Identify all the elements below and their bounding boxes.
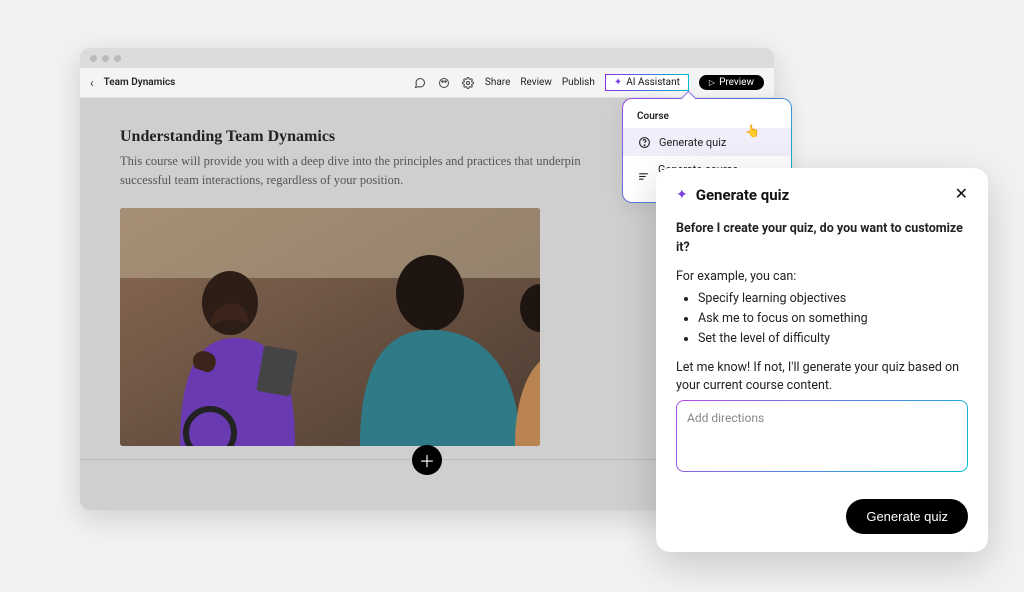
page-subtitle[interactable]: This course will provide you with a deep… <box>120 152 600 190</box>
panel-footer: Generate quiz <box>676 499 968 534</box>
directions-placeholder: Add directions <box>687 411 764 425</box>
course-name: Team Dynamics <box>104 77 176 88</box>
traffic-light-minimize[interactable] <box>102 55 109 62</box>
close-icon: ✕ <box>955 186 968 203</box>
plus-icon: ＋ <box>419 448 435 472</box>
settings-icon[interactable] <box>461 76 475 90</box>
publish-link[interactable]: Publish <box>562 77 595 88</box>
preview-button[interactable]: ▷ Preview <box>699 75 764 90</box>
share-link[interactable]: Share <box>485 77 510 88</box>
menu-item-label: Generate quiz <box>659 136 726 149</box>
panel-title: Generate quiz <box>696 186 947 204</box>
summary-icon <box>637 169 650 183</box>
quiz-icon <box>637 135 651 149</box>
panel-header: ✦ Generate quiz ✕ <box>676 186 968 204</box>
menu-section-label: Course <box>623 109 791 128</box>
directions-input[interactable]: Add directions <box>676 400 968 472</box>
panel-bullet: Specify learning objectives <box>698 290 968 309</box>
back-chevron-icon[interactable]: ‹ <box>90 76 94 90</box>
panel-lead-in: For example, you can: <box>676 268 968 287</box>
add-block-button[interactable]: ＋ <box>412 445 442 475</box>
topbar: ‹ Team Dynamics Share Review Publish ✦ A… <box>80 68 774 98</box>
course-hero-image[interactable] <box>120 208 540 446</box>
generate-quiz-button[interactable]: Generate quiz <box>846 499 968 534</box>
panel-bullet-list: Specify learning objectives Ask me to fo… <box>698 290 968 348</box>
window-titlebar <box>80 48 774 68</box>
comment-icon[interactable] <box>413 76 427 90</box>
menu-item-generate-quiz[interactable]: Generate quiz <box>623 128 791 156</box>
sparkle-icon: ✦ <box>614 77 622 88</box>
traffic-light-zoom[interactable] <box>114 55 121 62</box>
traffic-light-close[interactable] <box>90 55 97 62</box>
generate-quiz-panel: ✦ Generate quiz ✕ Before I create your q… <box>656 168 988 552</box>
sparkle-icon: ✦ <box>676 187 688 203</box>
panel-bullet: Set the level of difficulty <box>698 330 968 349</box>
review-link[interactable]: Review <box>520 77 552 88</box>
play-icon: ▷ <box>709 78 715 87</box>
palette-icon[interactable] <box>437 76 451 90</box>
ai-assistant-button[interactable]: ✦ AI Assistant <box>605 74 689 91</box>
panel-question: Before I create your quiz, do you want t… <box>676 220 968 258</box>
close-button[interactable]: ✕ <box>955 187 968 203</box>
panel-body: Before I create your quiz, do you want t… <box>676 220 968 485</box>
preview-label: Preview <box>719 77 754 88</box>
ai-assistant-label: AI Assistant <box>626 77 680 88</box>
panel-bullet: Ask me to focus on something <box>698 310 968 329</box>
panel-trailer: Let me know! If not, I'll generate your … <box>676 359 968 397</box>
